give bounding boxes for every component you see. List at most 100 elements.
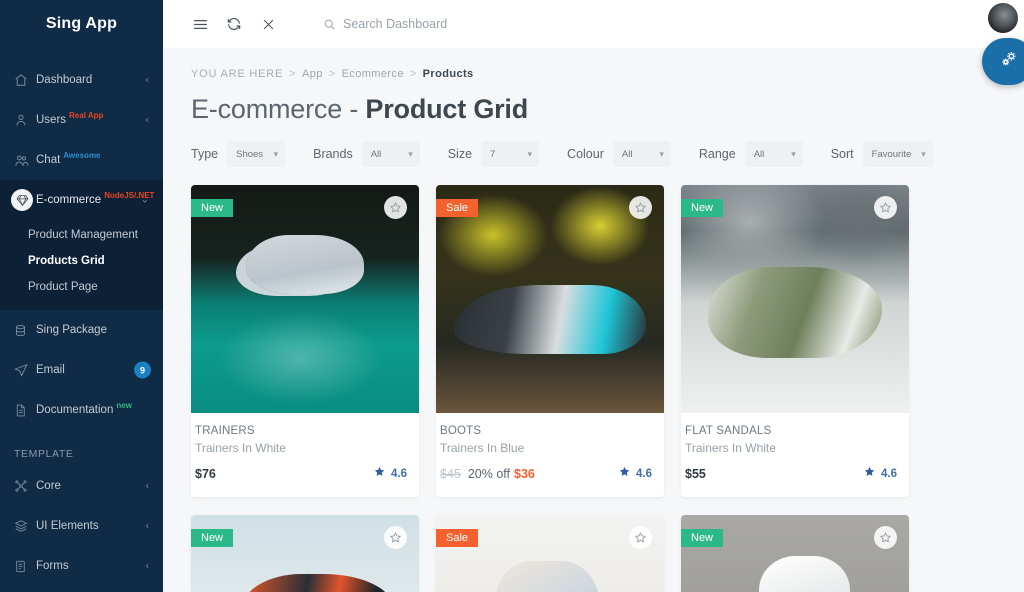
hamburger-icon[interactable] xyxy=(191,15,209,33)
sidebar-item-ui-elements[interactable]: UI Elements ‹ xyxy=(0,506,163,546)
sidebar-item-users[interactable]: Users Real App ‹ xyxy=(0,100,163,140)
filter-value-sort: Favourite xyxy=(871,148,912,160)
product-old-price: $45 xyxy=(440,467,461,481)
product-sale-price: $36 xyxy=(514,467,535,481)
sidebar-item-chat[interactable]: Chat Awesome xyxy=(0,140,163,180)
avatar[interactable] xyxy=(988,3,1018,33)
product-card[interactable]: New xyxy=(681,515,909,592)
breadcrumb-item-ecommerce[interactable]: Ecommerce xyxy=(342,68,404,80)
product-tag-new: New xyxy=(191,529,234,547)
sidebar-item-documentation[interactable]: Documentation new xyxy=(0,390,163,430)
product-info: FLAT SANDALS Trainers In White $55 4.6 xyxy=(681,413,909,497)
filter-group-sort: Sort Favourite ▾ xyxy=(831,141,933,167)
rating-value: 4.6 xyxy=(636,468,652,480)
favourite-star-icon[interactable] xyxy=(874,196,897,219)
chevron-down-icon: ⌄ xyxy=(140,194,149,206)
sidebar-item-sing-package[interactable]: Sing Package xyxy=(0,310,163,350)
form-icon xyxy=(14,560,36,573)
sidebar-nav: Dashboard ‹ Users Real App ‹ Chat Awesom… xyxy=(0,48,163,586)
filter-label-sort: Sort xyxy=(830,147,854,161)
search-input[interactable] xyxy=(343,17,543,31)
breadcrumb-separator: > xyxy=(289,68,296,80)
page-content: YOU ARE HERE > App > Ecommerce > Product… xyxy=(163,48,1024,592)
product-price-group: $45 20% off $36 xyxy=(440,467,535,481)
sidebar-subitem-products-grid[interactable]: Products Grid xyxy=(0,248,163,274)
refresh-icon[interactable] xyxy=(225,15,243,33)
filter-select-brands[interactable]: All ▾ xyxy=(361,141,420,167)
close-icon[interactable] xyxy=(259,15,277,33)
filter-group-colour: Colour All ▾ xyxy=(567,141,671,167)
product-rating: 4.6 xyxy=(863,465,897,483)
favourite-star-icon[interactable] xyxy=(874,526,897,549)
app-root: Sing App Dashboard ‹ Users Real App ‹ Ch… xyxy=(0,0,1024,592)
favourite-star-icon[interactable] xyxy=(384,196,407,219)
sidebar-item-dashboard[interactable]: Dashboard ‹ xyxy=(0,60,163,100)
product-card[interactable]: Sale BOOTS Trainers In Blue $45 20% off $36 4.… xyxy=(436,185,664,497)
chevron-down-icon: ▾ xyxy=(408,148,413,159)
product-card[interactable]: New TRAINERS Trainers In White $76 4.6 xyxy=(191,185,419,497)
product-name: Trainers In Blue xyxy=(440,441,525,455)
sidebar-item-ecommerce[interactable]: E-commerce NodeJS/.NET ⌄ xyxy=(0,180,163,220)
sidebar: Sing App Dashboard ‹ Users Real App ‹ Ch… xyxy=(0,0,163,592)
sidebar-subitem-product-management[interactable]: Product Management xyxy=(0,222,163,248)
breadcrumb: YOU ARE HERE > App > Ecommerce > Product… xyxy=(191,68,1024,80)
sidebar-item-label: Users xyxy=(36,114,67,126)
filter-select-colour[interactable]: All ▾ xyxy=(612,141,671,167)
chevron-down-icon: ▾ xyxy=(273,148,279,159)
product-info: BOOTS Trainers In Blue $45 20% off $36 4.6 xyxy=(436,413,664,497)
chevron-down-icon: ▾ xyxy=(527,148,533,159)
favourite-star-icon[interactable] xyxy=(629,196,652,219)
breadcrumb-item-app[interactable]: App xyxy=(302,68,323,80)
product-grid: New TRAINERS Trainers In White $76 4.6 Sale BO… xyxy=(191,185,1024,592)
page-title-bold: Product Grid xyxy=(365,94,529,124)
product-price-row: $55 4.6 xyxy=(685,465,897,483)
brand-logo[interactable]: Sing App xyxy=(0,0,163,48)
filter-select-sort[interactable]: Favourite ▾ xyxy=(862,141,933,167)
product-image: Sale xyxy=(436,185,664,413)
filter-select-range[interactable]: All ▾ xyxy=(744,141,803,167)
chevron-left-icon: ‹ xyxy=(145,560,149,572)
users-icon xyxy=(14,153,36,168)
product-image: New xyxy=(191,515,419,592)
sidebar-item-label: E-commerce xyxy=(36,194,102,206)
page-title: E-commerce - Product Grid xyxy=(191,94,1024,125)
favourite-star-icon[interactable] xyxy=(629,526,652,549)
product-image: New xyxy=(191,185,419,413)
product-image: Sale xyxy=(436,515,664,592)
filter-select-type[interactable]: Shoes ▾ xyxy=(227,141,286,167)
settings-fab-button[interactable] xyxy=(982,38,1024,85)
brand-name: Sing App xyxy=(45,15,118,32)
breadcrumb-prefix: YOU ARE HERE xyxy=(191,68,284,80)
product-card[interactable]: Sale xyxy=(436,515,664,592)
product-card[interactable]: NewTRAINERSTrainers In White$76 xyxy=(191,515,419,592)
sidebar-item-label: Email xyxy=(36,364,65,376)
sidebar-item-email[interactable]: Email 9 xyxy=(0,350,163,390)
product-image: New xyxy=(681,185,909,413)
product-price-row: $76 4.6 xyxy=(195,465,407,483)
sidebar-section-title: TEMPLATE xyxy=(14,448,74,460)
sidebar-subnav-ecommerce: Product Management Products Grid Product… xyxy=(0,220,163,310)
sidebar-subitem-product-page[interactable]: Product Page xyxy=(0,274,163,300)
user-icon xyxy=(14,113,36,127)
sidebar-item-core[interactable]: Core ‹ xyxy=(0,466,163,506)
chevron-left-icon: ‹ xyxy=(145,480,149,492)
search-box[interactable] xyxy=(323,17,543,31)
sidebar-item-label: UI Elements xyxy=(36,520,99,532)
product-card[interactable]: New FLAT SANDALS Trainers In White $55 4.6 xyxy=(681,185,909,497)
favourite-star-icon[interactable] xyxy=(384,526,407,549)
filter-group-type: Type Shoes ▾ xyxy=(191,141,286,167)
product-tag-sale: Sale xyxy=(436,529,479,547)
product-price: $76 xyxy=(195,467,216,481)
product-price-row: $45 20% off $36 4.6 xyxy=(440,465,652,483)
filter-value-type: Shoes xyxy=(236,148,264,160)
chevron-down-icon: ▾ xyxy=(921,148,926,159)
sidebar-item-forms[interactable]: Forms ‹ xyxy=(0,546,163,586)
rating-value: 4.6 xyxy=(881,468,897,480)
home-icon xyxy=(14,73,36,87)
chevron-left-icon: ‹ xyxy=(145,520,149,532)
breadcrumb-item-products: Products xyxy=(422,68,474,80)
filter-select-size[interactable]: 7 ▾ xyxy=(481,141,540,167)
product-info: TRAINERS Trainers In White $76 4.6 xyxy=(191,413,419,497)
product-image: New xyxy=(681,515,909,592)
gem-icon xyxy=(11,189,33,211)
